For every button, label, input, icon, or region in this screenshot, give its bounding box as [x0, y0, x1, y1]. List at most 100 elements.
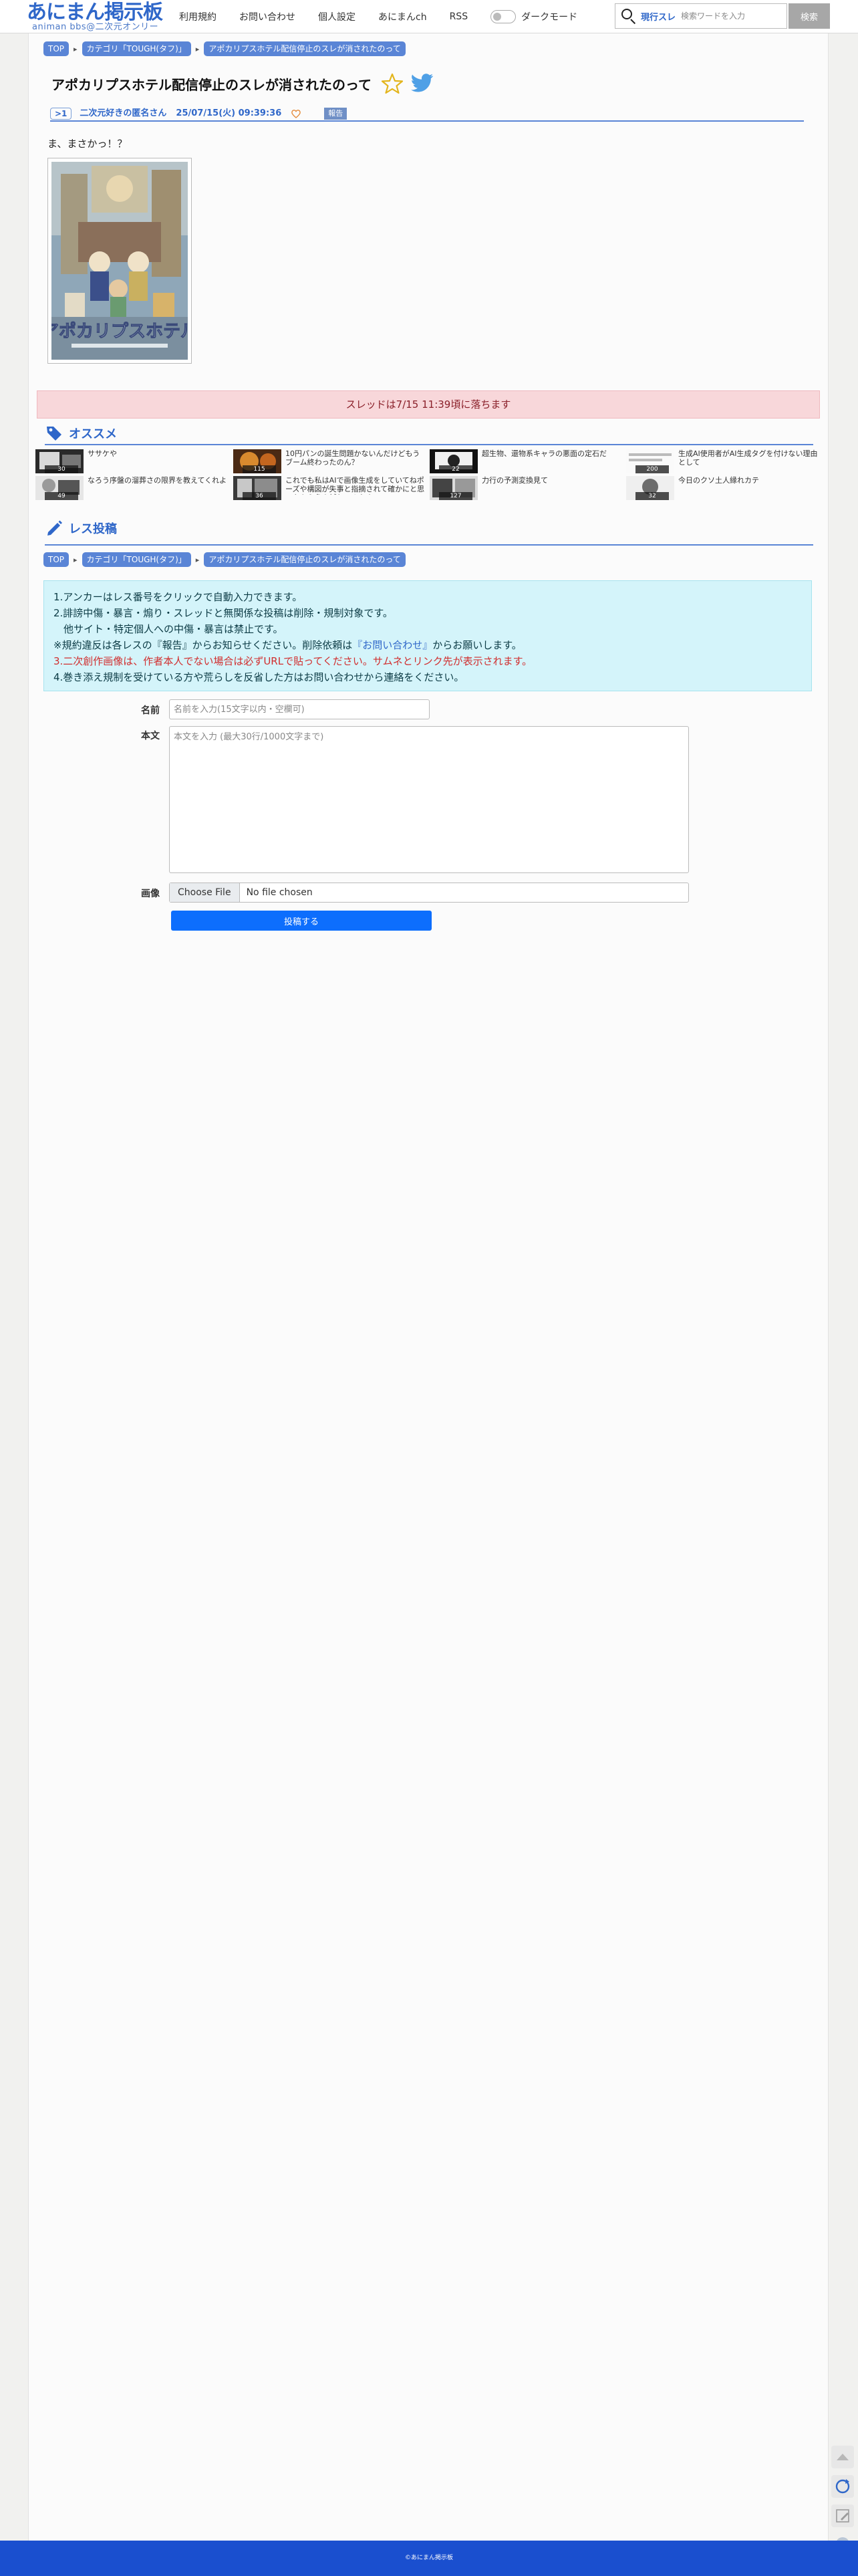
- reply-divider: [45, 544, 813, 546]
- main-content: TOP ▸ カテゴリ「TOUGH(タフ)」 ▸ アポカリプスホテル配信停止のスレ…: [28, 33, 829, 2541]
- nav-settings[interactable]: 個人設定: [318, 10, 355, 23]
- name-label: 名前: [141, 705, 160, 716]
- recommend-thumbnail: 200: [626, 449, 674, 473]
- search-button[interactable]: 検索: [789, 3, 830, 29]
- body-label: 本文: [141, 731, 160, 741]
- recommend-item[interactable]: 115 10円パンの誕生問題かないんだけどもうブーム終わったのん？: [233, 449, 427, 473]
- recommend-thumbnail: 36: [233, 476, 281, 500]
- dark-mode-toggle[interactable]: ダークモード: [490, 10, 577, 23]
- image-file-input[interactable]: Choose File No file chosen: [169, 883, 689, 903]
- apocalypse-hotel-poster-image: アポカリプスホテル: [51, 162, 188, 360]
- crumb-top[interactable]: TOP: [43, 41, 69, 56]
- recommend-item[interactable]: 127 力行の予測変換見て: [430, 476, 623, 500]
- post-image[interactable]: アポカリプスホテル: [47, 158, 192, 364]
- recommend-title: 10円パンの誕生問題かないんだけどもうブーム終わったのん？: [285, 449, 420, 467]
- svg-text:アポカリプスホテル: アポカリプスホテル: [51, 321, 188, 342]
- top-nav: 利用規約 お問い合わせ 個人設定 あにまんch RSS ダークモード: [179, 0, 577, 33]
- crumb-separator: ▸: [74, 44, 78, 53]
- reply-count: 32: [635, 492, 669, 500]
- reply-count: 115: [243, 465, 276, 473]
- image-label: 画像: [141, 889, 160, 899]
- heart-icon[interactable]: [291, 108, 301, 119]
- submit-post-button[interactable]: 投稿する: [171, 911, 432, 931]
- rule-line: 3.二次創作画像は、作者本人でない場合は必ずURLで貼ってください。サムネとリン…: [53, 655, 533, 667]
- crumb-top[interactable]: TOP: [43, 552, 69, 567]
- recommend-title: ササケや: [88, 449, 117, 458]
- recommend-item[interactable]: 22 超生物、還物系キャラの悪面の定石だ: [430, 449, 623, 473]
- recommend-item[interactable]: 30 ササケや: [35, 449, 229, 473]
- rule-line-report: ※規約違反は各レスの『報告』からお知らせください。削除依頼は『お問い合わせ』から…: [53, 637, 802, 653]
- recommend-heading: オススメ: [45, 424, 117, 443]
- reply-count: 30: [45, 465, 78, 473]
- logo-subtitle: animan bbs@二次元オンリー: [32, 22, 159, 32]
- rule-line: 他サイト・特定個人への中傷・暴言は禁止です。: [53, 623, 283, 635]
- recommend-item[interactable]: 32 今日のクソ土人縁れカテ: [626, 476, 820, 500]
- breadcrumb: TOP ▸ カテゴリ「TOUGH(タフ)」 ▸ アポカリプスホテル配信停止のスレ…: [43, 41, 406, 56]
- recommend-item[interactable]: 49 なろう序盤の溜葬さの限界を教えてくれよ: [35, 476, 229, 500]
- file-status: No file chosen: [246, 887, 313, 898]
- recommend-thumbnail: 30: [35, 449, 84, 473]
- reply-count: 200: [635, 465, 669, 473]
- twitter-icon[interactable]: [410, 73, 434, 94]
- name-input[interactable]: [169, 699, 430, 719]
- site-header: あにまん掲示板 animan bbs@二次元オンリー 利用規約 お問い合わせ 個…: [0, 0, 858, 33]
- recommend-item[interactable]: 200 生成AI使用者がAI生成タグを付けない理由として: [626, 449, 820, 473]
- site-footer: ©あにまん掲示板: [0, 2541, 858, 2576]
- recommend-title: 今日のクソ土人縁れカテ: [678, 476, 759, 485]
- pencil-icon: [47, 520, 62, 536]
- rule-text: からお願いします。: [432, 639, 522, 651]
- post-author: 二次元好きの匿名さん: [80, 108, 167, 118]
- reload-icon: [835, 2479, 850, 2494]
- reply-count: 49: [45, 492, 78, 500]
- posting-rules: 1.アンカーはレス番号をクリックで自動入力できます。 2.誹謗中傷・暴言・煽り・…: [43, 580, 812, 691]
- nav-animanch[interactable]: あにまんch: [378, 10, 427, 23]
- reply-count: 36: [243, 492, 276, 500]
- write-button[interactable]: [831, 2504, 854, 2527]
- body-textarea[interactable]: [169, 726, 689, 873]
- dark-mode-label: ダークモード: [521, 12, 578, 23]
- recommend-item[interactable]: 36 これでも私はAIで画像生成をしていてねポーズや構図が失事と指摘されて確かに…: [233, 476, 427, 500]
- recommend-thumbnail: 127: [430, 476, 478, 500]
- crumb-separator: ▸: [74, 555, 78, 564]
- crumb-thread[interactable]: アポカリプスホテル配信停止のスレが消されたのって: [204, 41, 406, 56]
- toggle-knob: [493, 13, 502, 21]
- copyright-text: ©あにまん掲示板: [404, 2555, 453, 2561]
- recommend-thumbnail: 115: [233, 449, 281, 473]
- reload-button[interactable]: [831, 2475, 854, 2498]
- breadcrumb: TOP ▸ カテゴリ「TOUGH(タフ)」 ▸ アポカリプスホテル配信停止のスレ…: [43, 552, 406, 567]
- crumb-thread[interactable]: アポカリプスホテル配信停止のスレが消されたのって: [204, 552, 406, 567]
- search-scope[interactable]: 現行スレ: [641, 10, 676, 23]
- star-icon[interactable]: [381, 72, 404, 95]
- site-logo[interactable]: あにまん掲示板 animan bbs@二次元オンリー: [27, 1, 167, 32]
- post-number[interactable]: >1: [50, 108, 72, 120]
- crumb-separator: ▸: [195, 44, 200, 53]
- search-icon: [619, 7, 638, 25]
- toggle-switch[interactable]: [490, 10, 517, 23]
- rule-line: 2.誹謗中傷・暴言・煽り・スレッドと無関係な投稿は削除・規制対象です。: [53, 607, 393, 619]
- crumb-category[interactable]: カテゴリ「TOUGH(タフ)」: [82, 552, 191, 567]
- recommend-title: 力行の予測変換見て: [482, 476, 548, 485]
- recommend-thumbnail: 32: [626, 476, 674, 500]
- recommend-divider: [45, 444, 813, 445]
- nav-terms[interactable]: 利用規約: [179, 10, 217, 23]
- search-input[interactable]: [681, 11, 775, 21]
- scroll-top-button[interactable]: [831, 2446, 854, 2468]
- edit-icon: [836, 2509, 849, 2523]
- choose-file-button[interactable]: Choose File: [170, 883, 240, 902]
- arrow-up-icon: [837, 2454, 849, 2460]
- recommend-title: 生成AI使用者がAI生成タグを付けない理由として: [678, 449, 818, 467]
- tag-icon: [47, 427, 61, 441]
- post-header: >1 二次元好きの匿名さん 25/07/15(火) 09:39:36 報告: [50, 107, 804, 122]
- thread-drop-notice: スレッドは7/15 11:39頃に落ちます: [37, 390, 820, 419]
- reply-count: 127: [439, 492, 472, 500]
- report-button[interactable]: 報告: [324, 108, 347, 120]
- rule-text: ※規約違反は各レスの『報告』からお知らせください。削除依頼は: [53, 639, 353, 651]
- nav-contact[interactable]: お問い合わせ: [239, 10, 295, 23]
- recommend-heading-text: オススメ: [69, 427, 117, 441]
- nav-rss[interactable]: RSS: [450, 11, 468, 22]
- reply-heading: レス投稿: [45, 519, 117, 538]
- contact-link[interactable]: 『お問い合わせ』: [352, 639, 432, 651]
- crumb-category[interactable]: カテゴリ「TOUGH(タフ)」: [82, 41, 191, 56]
- recommend-thumbnail: 49: [35, 476, 84, 500]
- post-body: ま、まさかっ！？: [47, 138, 128, 150]
